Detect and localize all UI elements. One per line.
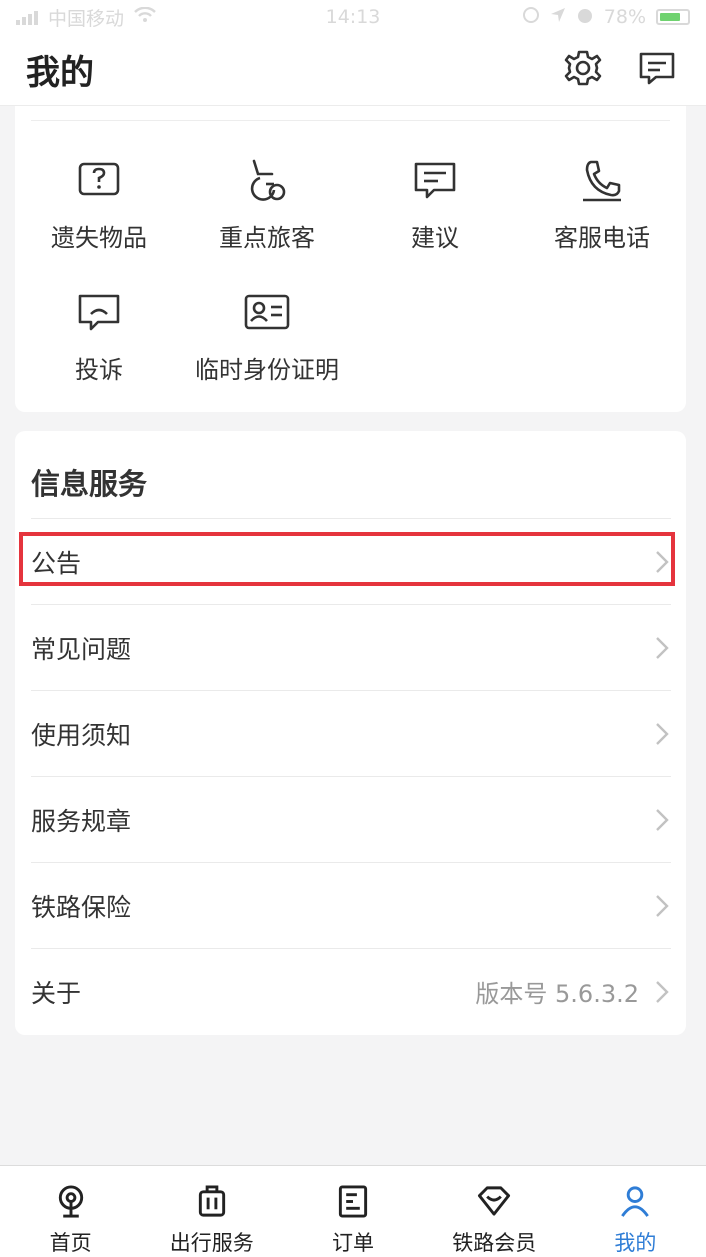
- row-label: 使用须知: [31, 720, 132, 750]
- status-time: 14:13: [325, 6, 381, 28]
- status-right: 78%: [522, 6, 690, 29]
- header-actions: [562, 47, 678, 93]
- quick-services-card: 遗失物品 重点旅客 建议 客服电话 投诉 临时身份证明: [15, 106, 686, 412]
- id-card-icon: [244, 294, 290, 330]
- row-label: 常见问题: [31, 634, 132, 664]
- tab-mine[interactable]: 我的: [565, 1166, 706, 1257]
- location-icon: [550, 6, 566, 28]
- service-label: 客服电话: [554, 224, 650, 252]
- version-number: 版本号 5.6.3.2: [475, 980, 639, 1008]
- service-label: 重点旅客: [219, 224, 315, 252]
- user-icon: [621, 1186, 650, 1217]
- battery-percent: 78%: [603, 6, 646, 28]
- service-label: 建议: [411, 224, 459, 252]
- row-announcement[interactable]: 公告: [31, 518, 671, 604]
- chevron-right-icon: [656, 636, 669, 659]
- row-faq[interactable]: 常见问题: [31, 604, 671, 690]
- phone-icon: [583, 160, 621, 202]
- row-label: 服务规章: [31, 806, 132, 836]
- info-service-card: 信息服务 公告 常见问题 使用须知 服务规章 铁路保险 关于 版本号 5.6.3…: [15, 431, 686, 1035]
- row-label: 关于: [31, 978, 82, 1008]
- service-label: 遗失物品: [51, 224, 147, 252]
- row-railway-insurance[interactable]: 铁路保险: [31, 862, 671, 948]
- row-label: 铁路保险: [31, 892, 132, 922]
- bottom-tab-bar: 首页 出行服务 订单 铁路会员 我的: [0, 1165, 706, 1257]
- service-label: 临时身份证明: [195, 356, 339, 384]
- gear-icon[interactable]: [562, 47, 604, 93]
- service-complaint[interactable]: 投诉: [15, 290, 183, 385]
- service-hotline[interactable]: 客服电话: [518, 158, 686, 253]
- page-title: 我的: [26, 53, 94, 93]
- signal-icon: [16, 9, 38, 25]
- chevron-right-icon: [656, 550, 669, 573]
- status-bar: 中国移动 14:13 78%: [0, 0, 706, 34]
- tab-orders[interactable]: 订单: [282, 1166, 423, 1257]
- complaint-icon: [78, 294, 120, 331]
- service-label: 投诉: [75, 356, 123, 384]
- wifi-icon: [134, 6, 156, 28]
- row-service-rules[interactable]: 服务规章: [31, 776, 671, 862]
- tab-label: 铁路会员: [452, 1231, 537, 1255]
- lock-rotation-icon: [522, 6, 540, 29]
- chevron-right-icon: [656, 722, 669, 745]
- row-usage-notice[interactable]: 使用须知: [31, 690, 671, 776]
- tab-label: 出行服务: [169, 1231, 254, 1255]
- page-header: 我的: [0, 34, 706, 106]
- service-suggestion[interactable]: 建议: [351, 158, 519, 253]
- chevron-right-icon: [656, 980, 669, 1003]
- service-key-passenger[interactable]: 重点旅客: [183, 158, 351, 253]
- wheelchair-icon: [250, 159, 286, 201]
- message-icon[interactable]: [636, 47, 678, 93]
- tab-railway-member[interactable]: 铁路会员: [424, 1166, 565, 1257]
- luggage-icon: [198, 1185, 225, 1217]
- tab-label: 首页: [49, 1231, 92, 1255]
- question-box-icon: [78, 162, 120, 196]
- battery-icon: [656, 9, 690, 25]
- service-lost-items[interactable]: 遗失物品: [15, 158, 183, 253]
- divider: [31, 120, 670, 121]
- comment-icon: [414, 162, 456, 199]
- tab-home[interactable]: 首页: [0, 1166, 141, 1257]
- tab-label: 我的: [614, 1231, 657, 1255]
- tab-label: 订单: [332, 1231, 374, 1255]
- row-label: 公告: [31, 548, 82, 578]
- chevron-right-icon: [656, 894, 669, 917]
- status-left: 中国移动: [16, 4, 156, 31]
- alarm-icon: [576, 6, 594, 29]
- row-about[interactable]: 关于 版本号 5.6.3.2: [31, 948, 671, 1034]
- chevron-right-icon: [656, 808, 669, 831]
- tab-travel-service[interactable]: 出行服务: [141, 1166, 282, 1257]
- order-icon: [338, 1185, 368, 1218]
- home-icon: [58, 1185, 83, 1218]
- section-title: 信息服务: [31, 467, 148, 501]
- service-temp-id[interactable]: 临时身份证明: [183, 290, 351, 385]
- diamond-icon: [478, 1186, 511, 1216]
- carrier-name: 中国移动: [48, 7, 125, 30]
